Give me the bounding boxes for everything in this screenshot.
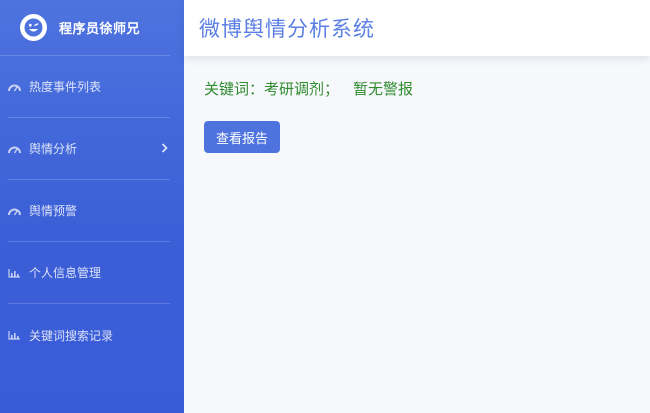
sidebar-item-label: 舆情分析 bbox=[29, 142, 78, 156]
sidebar-item-profile[interactable]: 个人信息管理 bbox=[8, 242, 170, 304]
bar-chart-icon bbox=[8, 267, 22, 279]
sidebar-item-keyword-history[interactable]: 关键词搜索记录 bbox=[8, 304, 170, 366]
keyword-label: 关键词： bbox=[204, 80, 265, 98]
smiley-icon bbox=[20, 14, 47, 41]
app-title: 微博舆情分析系统 bbox=[199, 17, 375, 41]
brand-name: 程序员徐师兄 bbox=[59, 22, 141, 37]
bar-chart-icon bbox=[8, 329, 22, 341]
sidebar-item-label: 舆情预警 bbox=[29, 204, 78, 218]
top-bar: 微博舆情分析系统 bbox=[184, 0, 650, 56]
brand[interactable]: 程序员徐师兄 bbox=[0, 0, 170, 56]
dashboard-gauge-icon bbox=[8, 81, 22, 93]
sidebar-item-label: 个人信息管理 bbox=[29, 266, 102, 280]
dashboard-gauge-icon bbox=[8, 143, 22, 155]
sidebar-item-sentiment-warning[interactable]: 舆情预警 bbox=[8, 180, 170, 242]
keyword-status-line: 关键词： 考研调剂； 暂无警报 bbox=[204, 78, 413, 99]
keyword-value: 考研调剂； bbox=[264, 80, 340, 98]
sidebar-item-label: 关键词搜索记录 bbox=[29, 328, 114, 343]
view-report-button[interactable]: 查看报告 bbox=[204, 121, 280, 153]
sidebar-nav: 热度事件列表 舆情分析 舆情预警 个人信息管理 关键词搜索记录 bbox=[0, 56, 184, 366]
chevron-right-icon bbox=[161, 142, 168, 156]
sidebar: 程序员徐师兄 热度事件列表 舆情分析 舆情预警 个人信息管理 关键词搜索记录 bbox=[0, 0, 184, 413]
dashboard-gauge-icon bbox=[8, 205, 22, 217]
main-content: 关键词： 考研调剂； 暂无警报 查看报告 bbox=[204, 78, 413, 153]
sidebar-item-label: 热度事件列表 bbox=[29, 80, 102, 94]
sidebar-item-hot-events[interactable]: 热度事件列表 bbox=[8, 56, 170, 118]
alert-status: 暂无警报 bbox=[353, 80, 414, 98]
sidebar-item-sentiment-analysis[interactable]: 舆情分析 bbox=[8, 118, 170, 180]
